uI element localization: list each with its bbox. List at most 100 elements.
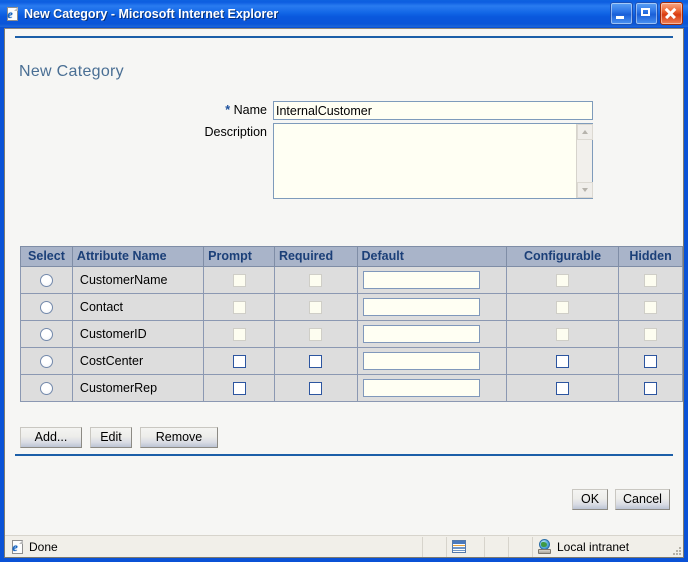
cell-hidden — [618, 293, 683, 321]
column-header-hidden: Hidden — [618, 246, 683, 267]
cell-hidden — [618, 266, 683, 294]
resize-grip[interactable] — [669, 543, 681, 555]
cell-hidden — [618, 347, 683, 375]
cell-select — [20, 320, 73, 348]
remove-button[interactable]: Remove — [140, 427, 218, 448]
security-zone-pane[interactable]: Local intranet — [533, 537, 683, 557]
description-scrollbar[interactable] — [576, 124, 593, 198]
configurable-checkbox[interactable] — [556, 382, 569, 396]
hidden-checkbox[interactable] — [644, 382, 658, 396]
table-header-row: Select Attribute Name Prompt Required De… — [20, 246, 683, 267]
column-header-prompt: Prompt — [203, 246, 275, 267]
column-header-select: Select — [20, 246, 73, 267]
cell-hidden — [618, 374, 683, 402]
cell-prompt — [203, 266, 275, 294]
hidden-checkbox[interactable] — [644, 355, 658, 369]
status-pane-spacer-2 — [485, 536, 509, 557]
title-bar: e New Category - Microsoft Internet Expl… — [0, 0, 688, 27]
name-field-row: * Name — [5, 101, 683, 120]
close-icon[interactable] — [660, 2, 683, 25]
column-header-attribute-name: Attribute Name — [71, 246, 205, 267]
cell-attribute-name: CostCenter — [71, 347, 205, 375]
table-row: CostCenter — [20, 347, 683, 375]
default-value-input[interactable] — [362, 352, 480, 370]
cell-configurable — [505, 266, 620, 294]
cell-configurable — [505, 347, 620, 375]
hidden-checkbox — [644, 328, 658, 342]
cell-default — [356, 374, 507, 402]
default-value-input[interactable] — [362, 325, 480, 343]
prompt-checkbox — [232, 328, 246, 342]
cell-default — [356, 320, 507, 348]
table-row: CustomerID — [20, 320, 683, 348]
status-pane-document[interactable] — [447, 536, 485, 557]
cell-select — [20, 347, 73, 375]
cell-select — [20, 266, 73, 294]
page-content: New Category * Name Description — [5, 29, 683, 535]
row-select-radio[interactable] — [39, 328, 53, 342]
row-actions: Add... Edit Remove — [20, 427, 218, 448]
description-textarea[interactable] — [273, 123, 593, 199]
default-value-input[interactable] — [362, 271, 480, 289]
attributes-table: Select Attribute Name Prompt Required De… — [20, 246, 683, 402]
required-asterisk-icon: * — [225, 103, 231, 117]
configurable-checkbox — [556, 274, 569, 288]
required-checkbox[interactable] — [309, 382, 323, 396]
cell-select — [20, 293, 73, 321]
row-select-radio[interactable] — [39, 382, 53, 396]
edit-button[interactable]: Edit — [90, 427, 132, 448]
cell-prompt — [203, 320, 275, 348]
prompt-checkbox[interactable] — [232, 382, 246, 396]
form-fields: * Name Description — [5, 101, 683, 202]
column-header-default: Default — [356, 246, 507, 267]
ie-page-icon: e — [9, 539, 25, 555]
prompt-checkbox[interactable] — [232, 355, 246, 369]
window-controls — [610, 2, 686, 25]
configurable-checkbox — [556, 328, 569, 342]
status-pane-spacer-3 — [509, 536, 533, 557]
row-select-radio[interactable] — [39, 274, 53, 288]
cell-attribute-name: CustomerName — [71, 266, 205, 294]
required-checkbox — [309, 301, 323, 315]
required-checkbox — [309, 328, 323, 342]
minimize-button[interactable] — [610, 2, 633, 25]
add-button[interactable]: Add... — [20, 427, 82, 448]
dialog-actions: OK Cancel — [572, 489, 670, 510]
row-select-radio[interactable] — [39, 301, 53, 315]
cell-select — [20, 374, 73, 402]
default-value-input[interactable] — [362, 298, 480, 316]
cell-attribute-name: Contact — [71, 293, 205, 321]
name-label-text: Name — [233, 103, 267, 117]
cell-configurable — [505, 320, 620, 348]
description-label: Description — [204, 125, 267, 139]
cell-required — [273, 266, 358, 294]
scroll-down-icon[interactable] — [577, 182, 593, 198]
cell-required — [273, 320, 358, 348]
cell-default — [356, 293, 507, 321]
status-message-pane: e Done — [5, 536, 423, 557]
globe-icon — [537, 539, 553, 554]
column-header-configurable: Configurable — [505, 246, 620, 267]
hidden-checkbox — [644, 301, 658, 315]
ok-button[interactable]: OK — [572, 489, 608, 510]
top-divider — [15, 36, 673, 38]
bottom-divider — [15, 454, 673, 456]
required-checkbox[interactable] — [309, 355, 323, 369]
cell-attribute-name: CustomerRep — [71, 374, 205, 402]
table-row: CustomerRep — [20, 374, 683, 402]
configurable-checkbox[interactable] — [556, 355, 569, 369]
cell-default — [356, 347, 507, 375]
restore-button[interactable] — [635, 2, 658, 25]
document-icon — [451, 539, 467, 554]
default-value-input[interactable] — [362, 379, 480, 397]
name-input[interactable] — [273, 101, 593, 120]
cancel-button[interactable]: Cancel — [615, 489, 670, 510]
cell-prompt — [203, 293, 275, 321]
row-select-radio[interactable] — [39, 355, 53, 369]
status-pane-spacer-1 — [423, 536, 447, 557]
scroll-up-icon[interactable] — [577, 124, 593, 140]
cell-prompt — [203, 374, 275, 402]
cell-configurable — [505, 374, 620, 402]
cell-required — [273, 293, 358, 321]
security-zone-label: Local intranet — [557, 539, 630, 554]
